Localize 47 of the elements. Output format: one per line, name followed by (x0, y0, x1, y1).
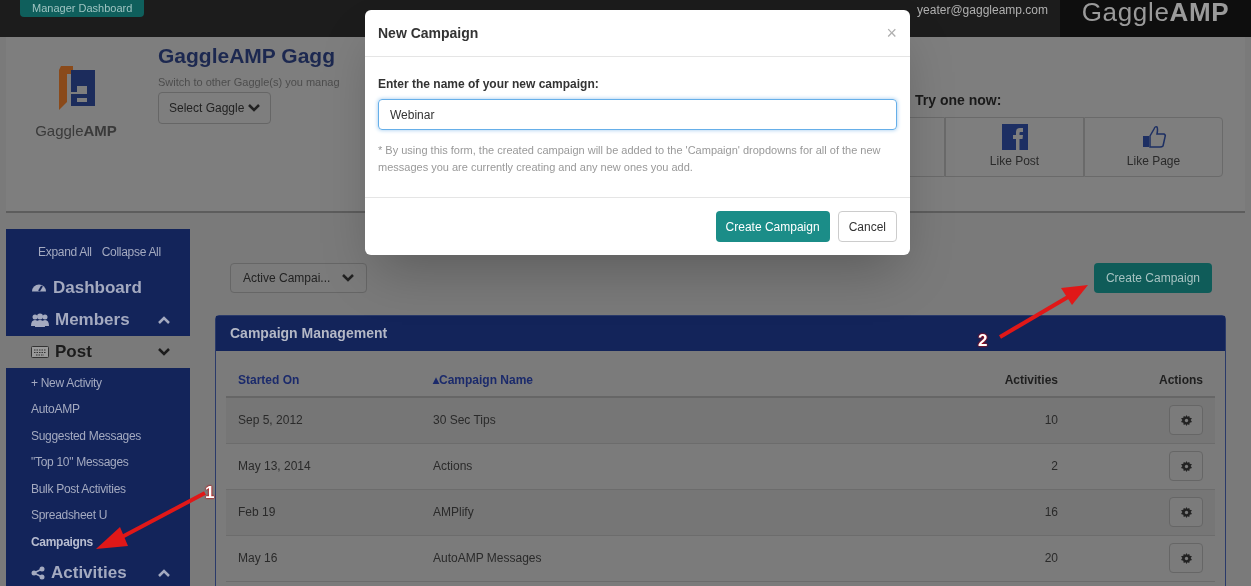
create-campaign-button[interactable]: Create Campaign (715, 211, 830, 242)
sidebar-item[interactable]: + New Activity (6, 369, 190, 396)
sidebar-item[interactable]: "Top 10" Messages (6, 449, 190, 476)
page-title: GaggleAMP Gagg (158, 43, 335, 69)
table-cell: 2 (910, 443, 1070, 489)
table-cell: Feb 19 (226, 489, 421, 535)
annotation-number: 2 (978, 330, 988, 352)
sidebar-section[interactable]: Post (6, 335, 190, 368)
create-campaign-button[interactable]: Create Campaign (1093, 263, 1212, 293)
sidebar-item[interactable]: Campaigns (6, 528, 190, 555)
try-heading: Try one now: (915, 91, 1003, 110)
sidebar-section[interactable]: Members (6, 303, 190, 336)
sidebar-link[interactable]: Expand All (38, 243, 92, 272)
table-cell: 10 (910, 397, 1070, 443)
sidebar-item[interactable]: Bulk Post Activities (6, 475, 190, 502)
form-note: * By using this form, the created campaign will be added to the 'Campaign' dropdowns for all of the new messages you are currently creating and any new ones you add. (378, 143, 882, 175)
gaggle-select[interactable]: Select Gaggle (158, 92, 272, 124)
field-label: Enter the name of your new campaign: (378, 76, 600, 93)
sidebar-section[interactable]: Activities (6, 557, 190, 586)
sidebar-section[interactable]: Dashboard (6, 271, 190, 304)
table-cell: AutoAMP Messages (421, 535, 910, 581)
modal-title: New Campaign (378, 23, 479, 43)
annotation-number: 1 (205, 482, 215, 504)
table-cell: May 13, 2014 (226, 443, 421, 489)
sidebar-item[interactable]: Spreadsheet U (6, 502, 190, 529)
campaign-filter-dropdown[interactable]: Active Campai... (230, 263, 368, 293)
table-cell: 16 (910, 489, 1070, 535)
logo-text: GaggleAMP (35, 121, 117, 141)
dashboard-menu-button[interactable]: Manager Dashboard (20, 0, 145, 17)
table-cell: Actions (421, 443, 910, 489)
table-cell: 30 Sec Tips (421, 397, 910, 443)
try-option-card[interactable]: Like Page (1084, 117, 1223, 177)
user-menu[interactable]: yeater@gaggleamp.com (917, 1, 1060, 19)
table-cell: 20 (910, 535, 1070, 581)
sidebar-link[interactable]: Collapse All (101, 243, 161, 272)
cancel-button[interactable]: Cancel (837, 211, 897, 242)
column-header: Actions (1070, 363, 1215, 397)
table-cell: Sep 5, 2012 (226, 397, 421, 443)
brand-logo: GaggleAMP (1081, 0, 1230, 24)
table-cell: May 16 (226, 535, 421, 581)
try-option-card[interactable]: Like Post (945, 117, 1084, 177)
sidebar-item[interactable]: Suggested Messages (6, 422, 190, 449)
panel-title: Campaign Management (230, 324, 388, 343)
column-header: Activities (910, 363, 1070, 397)
sidebar-item[interactable]: AutoAMP (6, 396, 190, 423)
campaign-name-field[interactable]: Webinar (378, 99, 897, 130)
table-cell: AMPlify (421, 489, 910, 535)
